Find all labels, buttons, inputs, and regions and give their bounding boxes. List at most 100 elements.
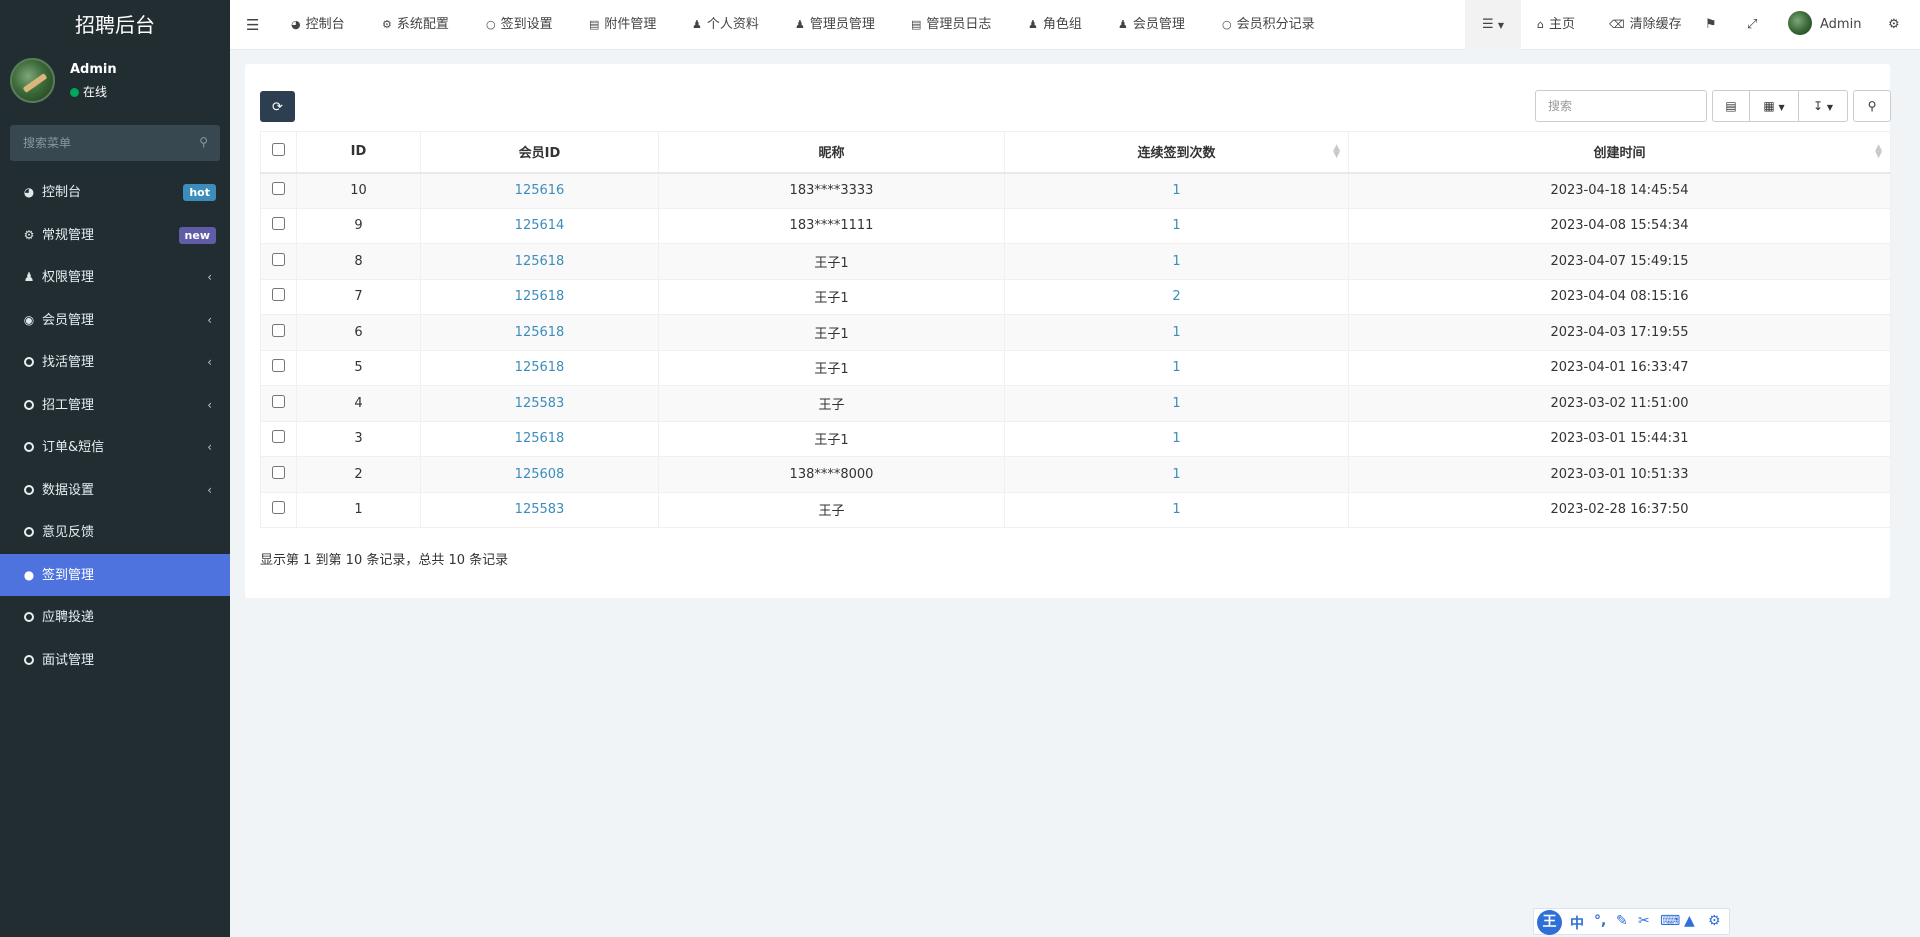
row-checkbox[interactable] — [272, 465, 285, 479]
sidebar: 招聘后台 Admin 在线 ⚲ ◕ 控制台 hot ⚙ 常规管理 new ♟ 权限管理 ‹ … — [0, 0, 230, 937]
row-checkbox[interactable] — [272, 182, 285, 195]
sidebar-item-members[interactable]: ◉ 会员管理 ‹ — [0, 299, 230, 342]
member-id-link[interactable]: 125616 — [420, 172, 659, 209]
circle-icon — [21, 469, 37, 512]
home-link[interactable]: ⌂ 主页 — [1537, 0, 1575, 50]
column-header-member-id[interactable]: 会员ID — [420, 131, 659, 174]
row-checkbox[interactable] — [272, 288, 285, 302]
signin-days-link[interactable]: 1 — [1004, 456, 1349, 493]
select-all-checkbox[interactable] — [272, 143, 285, 157]
tab-role-group[interactable]: ♟ 角色组 — [1028, 0, 1082, 50]
tab-signin-settings[interactable]: ○ 签到设置 — [486, 0, 553, 50]
tabs-menu-toggle[interactable]: ☰ ▼ — [1465, 0, 1521, 50]
member-id-link[interactable]: 125618 — [420, 314, 659, 351]
tab-admin-log[interactable]: ▤ 管理员日志 — [911, 0, 991, 50]
sort-icon[interactable]: ▲ ▼ — [1875, 144, 1882, 160]
settings-icon[interactable]: ⚙ — [1708, 913, 1721, 929]
member-id-link[interactable]: 125618 — [420, 278, 659, 315]
language-icon[interactable]: ⚑ — [1705, 0, 1717, 50]
table-row[interactable]: 3 125618 王子1 1 2023-03-01 15:44:31 — [260, 420, 1891, 457]
keyboard-icon[interactable]: ⌨ — [1660, 913, 1680, 929]
sidebar-item-applications[interactable]: 应聘投递 — [0, 596, 230, 639]
member-id-link[interactable]: 125608 — [420, 456, 659, 493]
signin-days-link[interactable]: 1 — [1004, 314, 1349, 351]
member-id-link[interactable]: 125583 — [420, 491, 659, 528]
row-checkbox[interactable] — [272, 501, 285, 515]
signin-days-link[interactable]: 1 — [1004, 385, 1349, 422]
member-id-link[interactable]: 125618 — [420, 243, 659, 280]
member-id-link[interactable]: 125618 — [420, 420, 659, 457]
tab-label: 系统配置 — [396, 17, 449, 32]
scissors-icon[interactable]: ✂ — [1638, 913, 1650, 929]
signin-days-link[interactable]: 2 — [1004, 278, 1349, 315]
tab-label: 控制台 — [305, 17, 345, 32]
export-button[interactable]: ↧ ▼ — [1798, 90, 1848, 122]
ime-logo[interactable]: 王 — [1537, 910, 1562, 935]
row-checkbox[interactable] — [272, 394, 285, 408]
member-id-link[interactable]: 125614 — [420, 207, 659, 244]
column-header-id[interactable]: ID — [296, 131, 421, 174]
table-row[interactable]: 1 125583 王子 1 2023-02-28 16:37:50 — [260, 491, 1891, 528]
tab-points-log[interactable]: ○ 会员积分记录 — [1222, 0, 1315, 50]
member-id-link[interactable]: 125583 — [420, 385, 659, 422]
advanced-search-button[interactable]: ⚲ — [1853, 90, 1891, 122]
table-row[interactable]: 4 125583 王子 1 2023-03-02 11:51:00 — [260, 385, 1891, 422]
row-checkbox[interactable] — [272, 217, 285, 231]
member-id-link[interactable]: 125618 — [420, 349, 659, 386]
signin-days-link[interactable]: 1 — [1004, 491, 1349, 528]
sidebar-toggle-icon[interactable]: ☰ — [246, 0, 259, 50]
sidebar-item-signin[interactable]: ● 签到管理 — [0, 553, 230, 596]
sidebar-item-orders-sms[interactable]: 订单&短信 ‹ — [0, 426, 230, 469]
tab-attachments[interactable]: ▤ 附件管理 — [589, 0, 656, 50]
sidebar-item-feedback[interactable]: 意见反馈 — [0, 511, 230, 554]
table-row[interactable]: 7 125618 王子1 2 2023-04-04 08:15:16 — [260, 278, 1891, 315]
admin-menu[interactable]: Admin — [1788, 0, 1861, 50]
sidebar-item-dashboard[interactable]: ◕ 控制台 hot — [0, 171, 230, 214]
table-row[interactable]: 2 125608 138****8000 1 2023-03-01 10:51:33 — [260, 456, 1891, 493]
row-checkbox[interactable] — [272, 252, 285, 266]
punctuation-icon[interactable]: °, — [1594, 913, 1606, 929]
columns-button[interactable]: ▦ ▼ — [1749, 90, 1799, 122]
sidebar-item-label: 签到管理 — [42, 567, 95, 583]
fullscreen-icon[interactable]: ⤢ — [1747, 0, 1757, 50]
search-input[interactable] — [1535, 90, 1707, 122]
ime-mode-toggle[interactable]: 中 — [1570, 913, 1584, 933]
sort-icon[interactable]: ▲ ▼ — [1333, 144, 1340, 160]
column-header-signin-days[interactable]: 连续签到次数 ▲ ▼ — [1004, 131, 1349, 174]
sidebar-item-interviews[interactable]: 面试管理 — [0, 639, 230, 682]
tab-system-config[interactable]: ⚙ 系统配置 — [382, 0, 449, 50]
table-row[interactable]: 8 125618 王子1 1 2023-04-07 15:49:15 — [260, 243, 1891, 280]
settings-cogs-icon[interactable]: ⚙ — [1888, 0, 1900, 50]
table-row[interactable]: 6 125618 王子1 1 2023-04-03 17:19:55 — [260, 314, 1891, 351]
signin-days-link[interactable]: 1 — [1004, 172, 1349, 209]
signin-days-link[interactable]: 1 — [1004, 207, 1349, 244]
clear-cache-button[interactable]: ⌫ 清除缓存 — [1609, 0, 1682, 50]
tab-admin-manage[interactable]: ♟ 管理员管理 — [795, 0, 875, 50]
row-checkbox[interactable] — [272, 359, 285, 373]
signin-days-link[interactable]: 1 — [1004, 420, 1349, 457]
table-row[interactable]: 9 125614 183****1111 1 2023-04-08 15:54:34 — [260, 207, 1891, 244]
sidebar-search-input[interactable] — [10, 125, 220, 161]
table-row[interactable]: 10 125616 183****3333 1 2023-04-18 14:45:54 — [260, 172, 1891, 209]
tab-members[interactable]: ♟ 会员管理 — [1118, 0, 1185, 50]
table-row[interactable]: 5 125618 王子1 1 2023-04-01 16:33:47 — [260, 349, 1891, 386]
signin-days-link[interactable]: 1 — [1004, 243, 1349, 280]
row-checkbox[interactable] — [272, 323, 285, 337]
sidebar-item-recruit[interactable]: 招工管理 ‹ — [0, 384, 230, 427]
sidebar-item-general[interactable]: ⚙ 常规管理 new — [0, 214, 230, 257]
search-icon[interactable]: ⚲ — [199, 135, 208, 149]
tab-profile[interactable]: ♟ 个人资料 — [692, 0, 759, 50]
brand-title[interactable]: 招聘后台 — [0, 0, 230, 50]
pen-icon[interactable]: ✎ — [1616, 913, 1628, 929]
toggle-view-button[interactable]: ▤ — [1712, 90, 1750, 122]
column-header-created[interactable]: 创建时间 ▲ ▼ — [1348, 131, 1891, 174]
sidebar-item-permissions[interactable]: ♟ 权限管理 ‹ — [0, 256, 230, 299]
row-checkbox[interactable] — [272, 430, 285, 444]
tab-dashboard[interactable]: ◕ 控制台 — [291, 0, 345, 50]
sidebar-item-find-work[interactable]: 找活管理 ‹ — [0, 341, 230, 384]
column-header-nickname[interactable]: 昵称 — [658, 131, 1005, 174]
refresh-button[interactable]: ⟳ — [260, 91, 295, 122]
sidebar-item-data-settings[interactable]: 数据设置 ‹ — [0, 469, 230, 512]
skin-shirt-icon[interactable]: ▲ — [1684, 913, 1695, 929]
signin-days-link[interactable]: 1 — [1004, 349, 1349, 386]
